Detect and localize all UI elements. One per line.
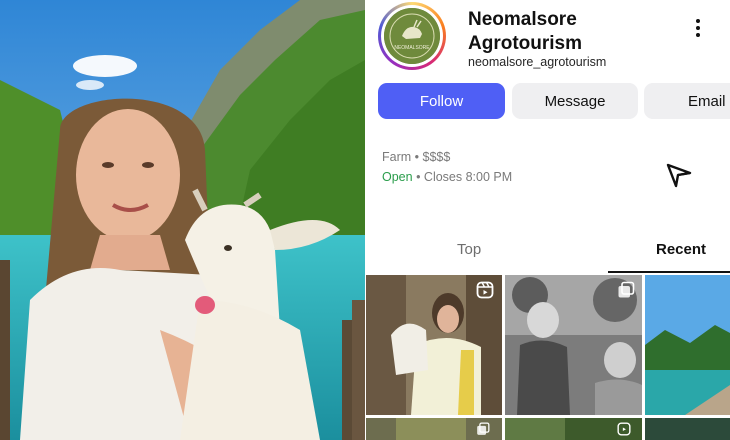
post-tile[interactable]: [505, 275, 642, 415]
post-tile[interactable]: [366, 275, 502, 415]
featured-photo[interactable]: [0, 0, 365, 440]
post-thumbnail-lake: [645, 275, 730, 415]
closing-time: Closes 8:00 PM: [423, 170, 513, 184]
business-category: Farm • $$$$: [382, 150, 451, 164]
tab-recent[interactable]: Recent: [656, 241, 706, 258]
email-button[interactable]: Email: [644, 83, 730, 119]
carousel-icon: [477, 422, 490, 435]
woman-with-goat-photo: [0, 0, 365, 440]
avatar-logo-text: NEOMALSORE: [394, 45, 430, 51]
message-button[interactable]: Message: [512, 83, 638, 119]
category-label: Farm: [382, 150, 412, 164]
post-tile[interactable]: [505, 418, 642, 440]
profile-handle: neomalsore_agrotourism: [468, 55, 607, 69]
open-status: Open: [382, 170, 413, 184]
post-tile[interactable]: [645, 418, 730, 440]
posts-grid: [366, 275, 730, 440]
carousel-icon: [618, 281, 635, 298]
profile-name: Neomalsore Agrotourism: [468, 9, 582, 54]
more-vertical-icon[interactable]: [688, 16, 708, 40]
follow-button[interactable]: Follow: [378, 83, 505, 119]
reels-icon: [476, 281, 494, 299]
post-tile[interactable]: [645, 275, 730, 415]
post-tile[interactable]: [366, 418, 502, 440]
price-range: $$$$: [422, 150, 451, 164]
send-icon[interactable]: [664, 160, 694, 190]
profile-panel: NEOMALSORE Neomalsore Agrotourism neomal…: [366, 0, 730, 440]
active-tab-indicator: [608, 271, 730, 273]
goat-logo-icon: NEOMALSORE: [384, 8, 440, 64]
story-ring[interactable]: NEOMALSORE: [378, 2, 446, 70]
profile-avatar[interactable]: NEOMALSORE: [384, 8, 440, 64]
business-hours: Open • Closes 8:00 PM: [382, 170, 513, 184]
reels-icon: [617, 422, 631, 436]
tab-top[interactable]: Top: [457, 241, 481, 258]
